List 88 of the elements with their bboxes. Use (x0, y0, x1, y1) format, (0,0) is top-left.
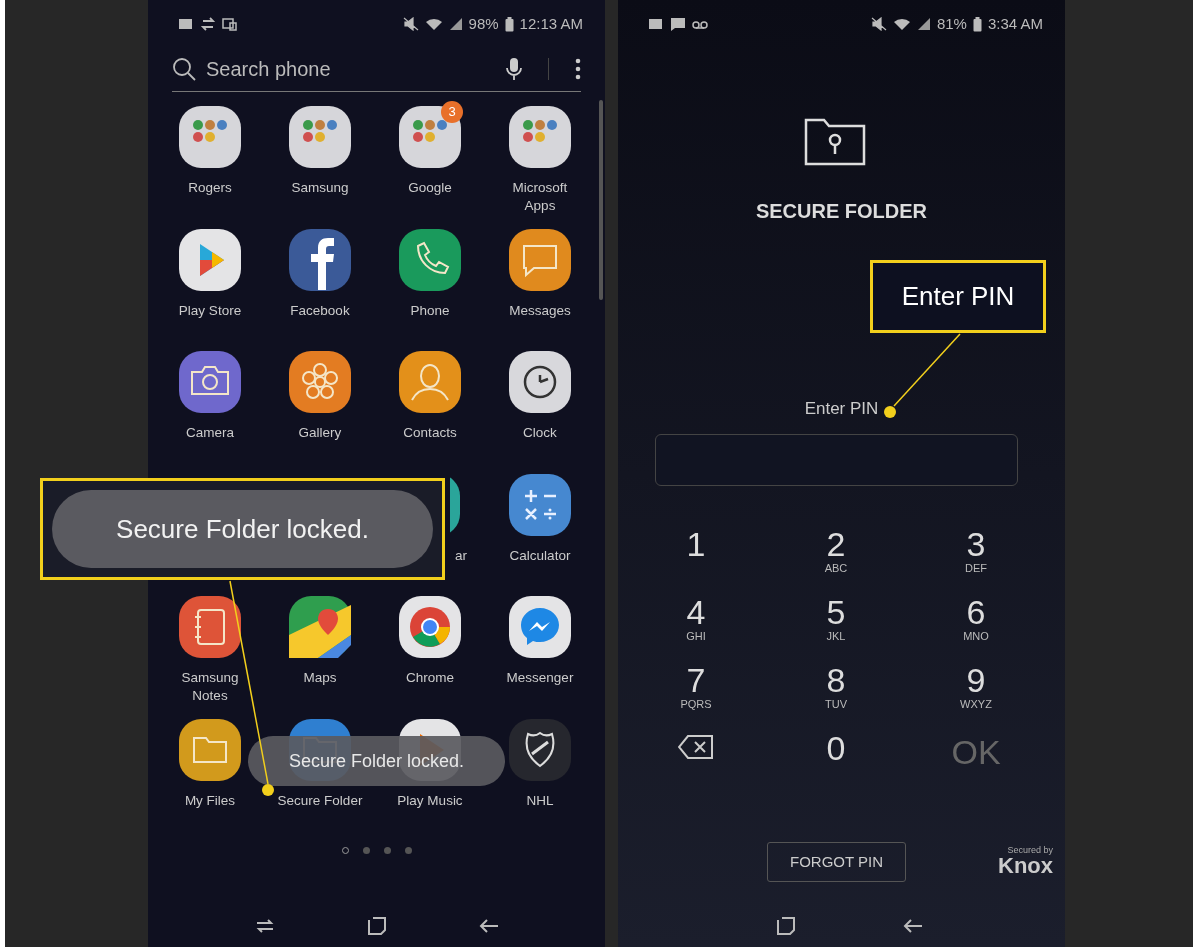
app-label: Samsung (291, 179, 349, 197)
search-icon (172, 56, 196, 81)
app-label: Play Store (178, 301, 242, 320)
shield-icon[interactable] (508, 717, 572, 782)
wifi-icon (892, 17, 911, 31)
clock-time: 12:13 AM (519, 13, 583, 34)
camera-icon[interactable] (178, 350, 242, 415)
notification-badge: 3 (441, 101, 463, 123)
home-icon[interactable] (774, 915, 797, 937)
backspace-icon (678, 733, 714, 760)
app-label: Secure Folder (277, 791, 363, 810)
mute-icon (402, 17, 419, 31)
app-label: Microsoft Apps (511, 179, 569, 215)
digit-key[interactable]: 3 DEF (906, 525, 1046, 594)
digit-key[interactable]: 6 MNO (906, 593, 1046, 662)
app-label: Clock (523, 424, 557, 442)
digit-key[interactable]: 4 GHI (626, 593, 766, 662)
clock-time: 3:34 AM (987, 13, 1043, 34)
app-label: Rogers (188, 179, 232, 197)
digit-key[interactable]: 9 WXYZ (906, 661, 1046, 730)
app-label: Google (408, 179, 452, 197)
map-icon[interactable] (288, 595, 352, 660)
app-label: Gallery (298, 424, 342, 442)
signal-icon (916, 17, 931, 31)
app-label: My Files (184, 791, 236, 810)
digit-key[interactable]: 7 PQRS (626, 661, 766, 730)
pin-field[interactable] (655, 433, 1018, 486)
app-label: Chrome (406, 669, 454, 687)
calculator-icon[interactable] (508, 472, 572, 537)
app-label: Messages (509, 301, 571, 320)
page-indicator-dot[interactable] (362, 846, 370, 854)
forgot-pin-button[interactable]: FORGOT PIN (767, 841, 907, 882)
page-indicator-dot[interactable] (383, 846, 391, 854)
digit-key[interactable]: 1 (626, 525, 766, 594)
knox-caption: Secured by (1007, 846, 1053, 856)
screen-title: SECURE FOLDER (754, 199, 929, 224)
f-logo-icon[interactable] (288, 227, 352, 292)
app-folder-icon[interactable] (288, 105, 352, 169)
app-folder-icon[interactable] (508, 105, 572, 169)
chrome-icon[interactable] (398, 595, 462, 660)
signal-icon (448, 17, 463, 31)
knox-logo: Knox (998, 855, 1053, 878)
play-store-icon[interactable] (178, 227, 242, 292)
wifi-icon (424, 17, 443, 31)
sync-icon (200, 17, 216, 31)
page-indicator-dot[interactable] (404, 846, 412, 854)
digit-key[interactable]: 2 ABC (766, 525, 906, 594)
app-label: Calculator (509, 546, 571, 565)
digit-key[interactable]: 8 TUV (766, 661, 906, 730)
app-folder-icon[interactable] (398, 105, 462, 169)
message-icon (670, 17, 686, 31)
battery-icon (972, 16, 982, 32)
microphone-icon[interactable] (506, 56, 522, 81)
notebook-icon[interactable] (178, 595, 242, 660)
app-label: NHL (526, 791, 554, 810)
speech-bubble-icon[interactable] (508, 227, 572, 292)
clock-icon[interactable] (508, 350, 572, 415)
phone-icon[interactable] (398, 227, 462, 292)
more-options-icon[interactable] (575, 57, 581, 80)
app-label: Camera (186, 424, 234, 442)
person-icon[interactable] (398, 350, 462, 415)
folder-icon[interactable] (178, 717, 242, 782)
home-icon[interactable] (365, 915, 388, 937)
app-label: Samsung Notes (180, 669, 240, 705)
app-label: Play Music (397, 791, 463, 810)
callout-box: Enter PIN (870, 260, 1046, 333)
digit-key[interactable]: 0 (766, 729, 906, 798)
mute-icon (870, 17, 887, 31)
search-field[interactable]: Search phone (204, 52, 498, 85)
lock-toast: Secure Folder locked. (248, 736, 505, 786)
app-label: ar (455, 546, 467, 565)
app-folder-icon[interactable] (178, 105, 242, 169)
toast-message: Secure Folder locked. (52, 490, 433, 568)
battery-level: 81% (936, 13, 967, 34)
pin-label: Enter PIN (803, 398, 880, 420)
battery-level: 98% (468, 13, 499, 34)
flower-icon[interactable] (288, 350, 352, 415)
digit-key[interactable]: 5 JKL (766, 593, 906, 662)
image-icon (648, 17, 664, 31)
image-icon (178, 17, 194, 31)
app-label: Contacts (403, 424, 457, 442)
messenger-icon[interactable] (508, 595, 572, 660)
app-label: Facebook (290, 301, 350, 320)
screen-icon (222, 17, 238, 31)
battery-icon (504, 16, 514, 32)
app-label: Maps (303, 669, 337, 687)
app-label: Phone (410, 301, 450, 320)
app-label: Messenger (506, 669, 574, 687)
